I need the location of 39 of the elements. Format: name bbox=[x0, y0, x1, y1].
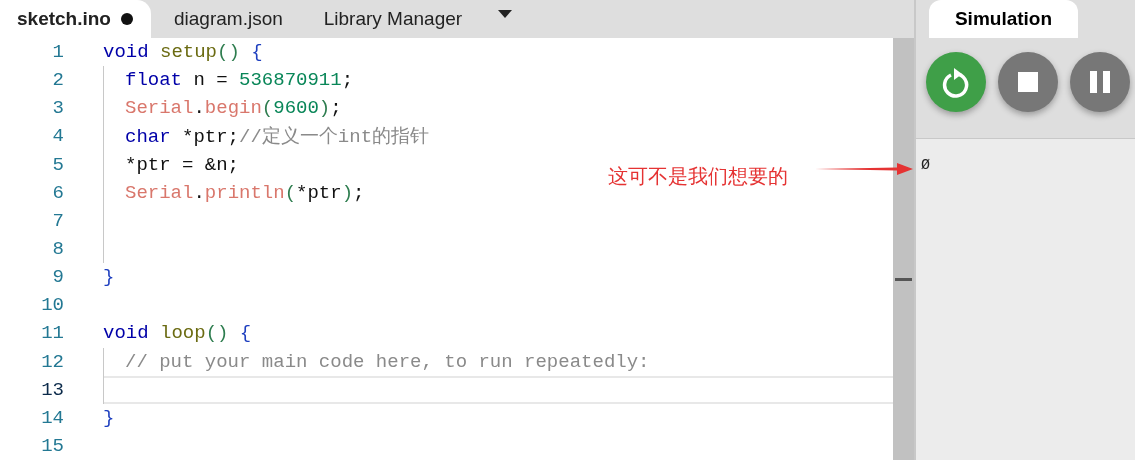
code-line: } bbox=[103, 406, 115, 429]
scrollbar[interactable] bbox=[893, 38, 914, 460]
line-number: 9 bbox=[51, 266, 64, 289]
code-line: // put your main code here, to run repeatedly: bbox=[124, 350, 650, 373]
simulation-tab[interactable]: Simulation bbox=[929, 0, 1078, 38]
line-number: 7 bbox=[51, 209, 64, 232]
line-number: 11 bbox=[40, 322, 64, 345]
code-line: float n = 536870911; bbox=[124, 69, 354, 92]
stop-icon bbox=[1018, 72, 1038, 92]
line-number: 3 bbox=[51, 97, 64, 120]
code-line: } bbox=[103, 266, 115, 289]
line-number: 5 bbox=[51, 153, 64, 176]
code-line: void loop() { bbox=[103, 322, 252, 345]
serial-output-line: Ø bbox=[921, 157, 931, 174]
annotation-text: 这可不是我们想要的 bbox=[608, 164, 788, 189]
line-number: 2 bbox=[51, 69, 64, 92]
code-line: *ptr = &n; bbox=[124, 153, 240, 176]
line-number: 15 bbox=[40, 435, 64, 458]
code-line: Serial.begin(9600); bbox=[124, 97, 342, 120]
line-number: 12 bbox=[40, 350, 64, 373]
line-number: 13 bbox=[40, 378, 64, 401]
editor-tab[interactable]: sketch.ino bbox=[0, 0, 151, 38]
code-line: Serial.println(*ptr); bbox=[124, 181, 365, 204]
line-number: 8 bbox=[51, 238, 64, 261]
editor-tab[interactable]: diagram.json bbox=[157, 0, 301, 38]
pause-button[interactable] bbox=[1070, 52, 1130, 112]
line-number: 10 bbox=[40, 294, 64, 317]
restart-icon bbox=[941, 66, 971, 98]
line-number: 6 bbox=[51, 181, 64, 204]
pause-icon bbox=[1090, 71, 1110, 93]
caret-icon[interactable] bbox=[498, 10, 513, 20]
line-number: 14 bbox=[40, 406, 64, 429]
stop-button[interactable] bbox=[998, 52, 1058, 112]
code-line: char *ptr;//定义一个int的指针 bbox=[124, 125, 430, 150]
editor-tab[interactable]: Library Manager bbox=[306, 0, 481, 38]
line-number: 4 bbox=[51, 125, 64, 148]
restart-button[interactable] bbox=[926, 52, 986, 112]
code-line: void setup() { bbox=[103, 41, 263, 64]
line-number: 1 bbox=[51, 41, 64, 64]
